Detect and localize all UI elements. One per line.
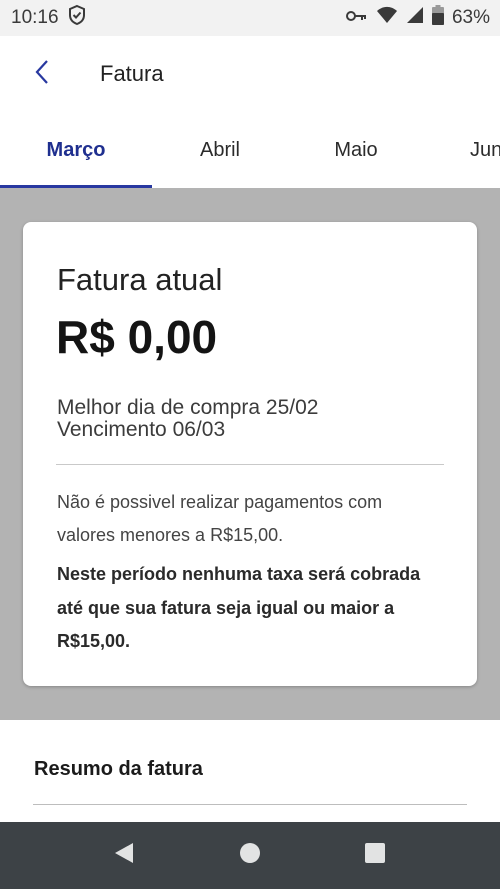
bold-note-line-1: Neste período nenhuma taxa será cobrada (57, 564, 421, 584)
chevron-left-icon (34, 59, 50, 90)
back-button[interactable] (24, 56, 60, 92)
invoice-summary-section: Resumo da fatura (0, 720, 500, 822)
summary-divider (33, 804, 467, 805)
status-left: 10:16 (11, 4, 87, 32)
invoice-card: Fatura atual R$ 0,00 Melhor dia de compr… (23, 222, 477, 686)
shield-icon (67, 4, 87, 32)
note-line-1: Não é possivel realizar pagamentos com (57, 492, 383, 512)
page-title: Fatura (100, 61, 164, 86)
signal-icon (406, 6, 424, 30)
nav-back-button[interactable] (104, 835, 144, 875)
due-date: Vencimento 06/03 (57, 418, 226, 441)
bold-note-line-3: R$15,00. (57, 631, 131, 651)
summary-title[interactable]: Resumo da fatura (34, 758, 203, 781)
back-triangle-icon (113, 841, 135, 870)
home-circle-icon (239, 842, 261, 869)
wifi-icon (376, 6, 398, 30)
battery-percentage: 63% (451, 7, 490, 28)
battery-icon (431, 5, 444, 31)
status-right: 63% (345, 5, 490, 31)
recents-square-icon (364, 842, 386, 869)
status-bar: 10:16 63% (0, 0, 500, 36)
note-line-2: valores menores a R$15,00. (57, 525, 284, 545)
app-bar: Fatura (0, 36, 500, 112)
invoice-amount: R$ 0,00 (56, 311, 218, 363)
system-nav-bar (0, 822, 500, 889)
nav-recents-button[interactable] (355, 835, 395, 875)
month-tabs: Março Abril Maio Junho (0, 112, 500, 188)
card-title: Fatura atual (57, 262, 223, 297)
tab-abril[interactable]: Abril (152, 112, 288, 188)
status-time: 10:16 (11, 7, 59, 28)
nav-home-button[interactable] (230, 835, 270, 875)
tab-maio[interactable]: Maio (288, 112, 424, 188)
key-icon (345, 7, 368, 29)
tab-junho[interactable]: Junho (470, 112, 500, 188)
tab-marco[interactable]: Março (0, 112, 152, 188)
best-purchase-day: Melhor dia de compra 25/02 (57, 396, 319, 419)
bold-note-line-2: até que sua fatura seja igual ou maior a (57, 598, 395, 618)
card-divider (56, 464, 444, 465)
